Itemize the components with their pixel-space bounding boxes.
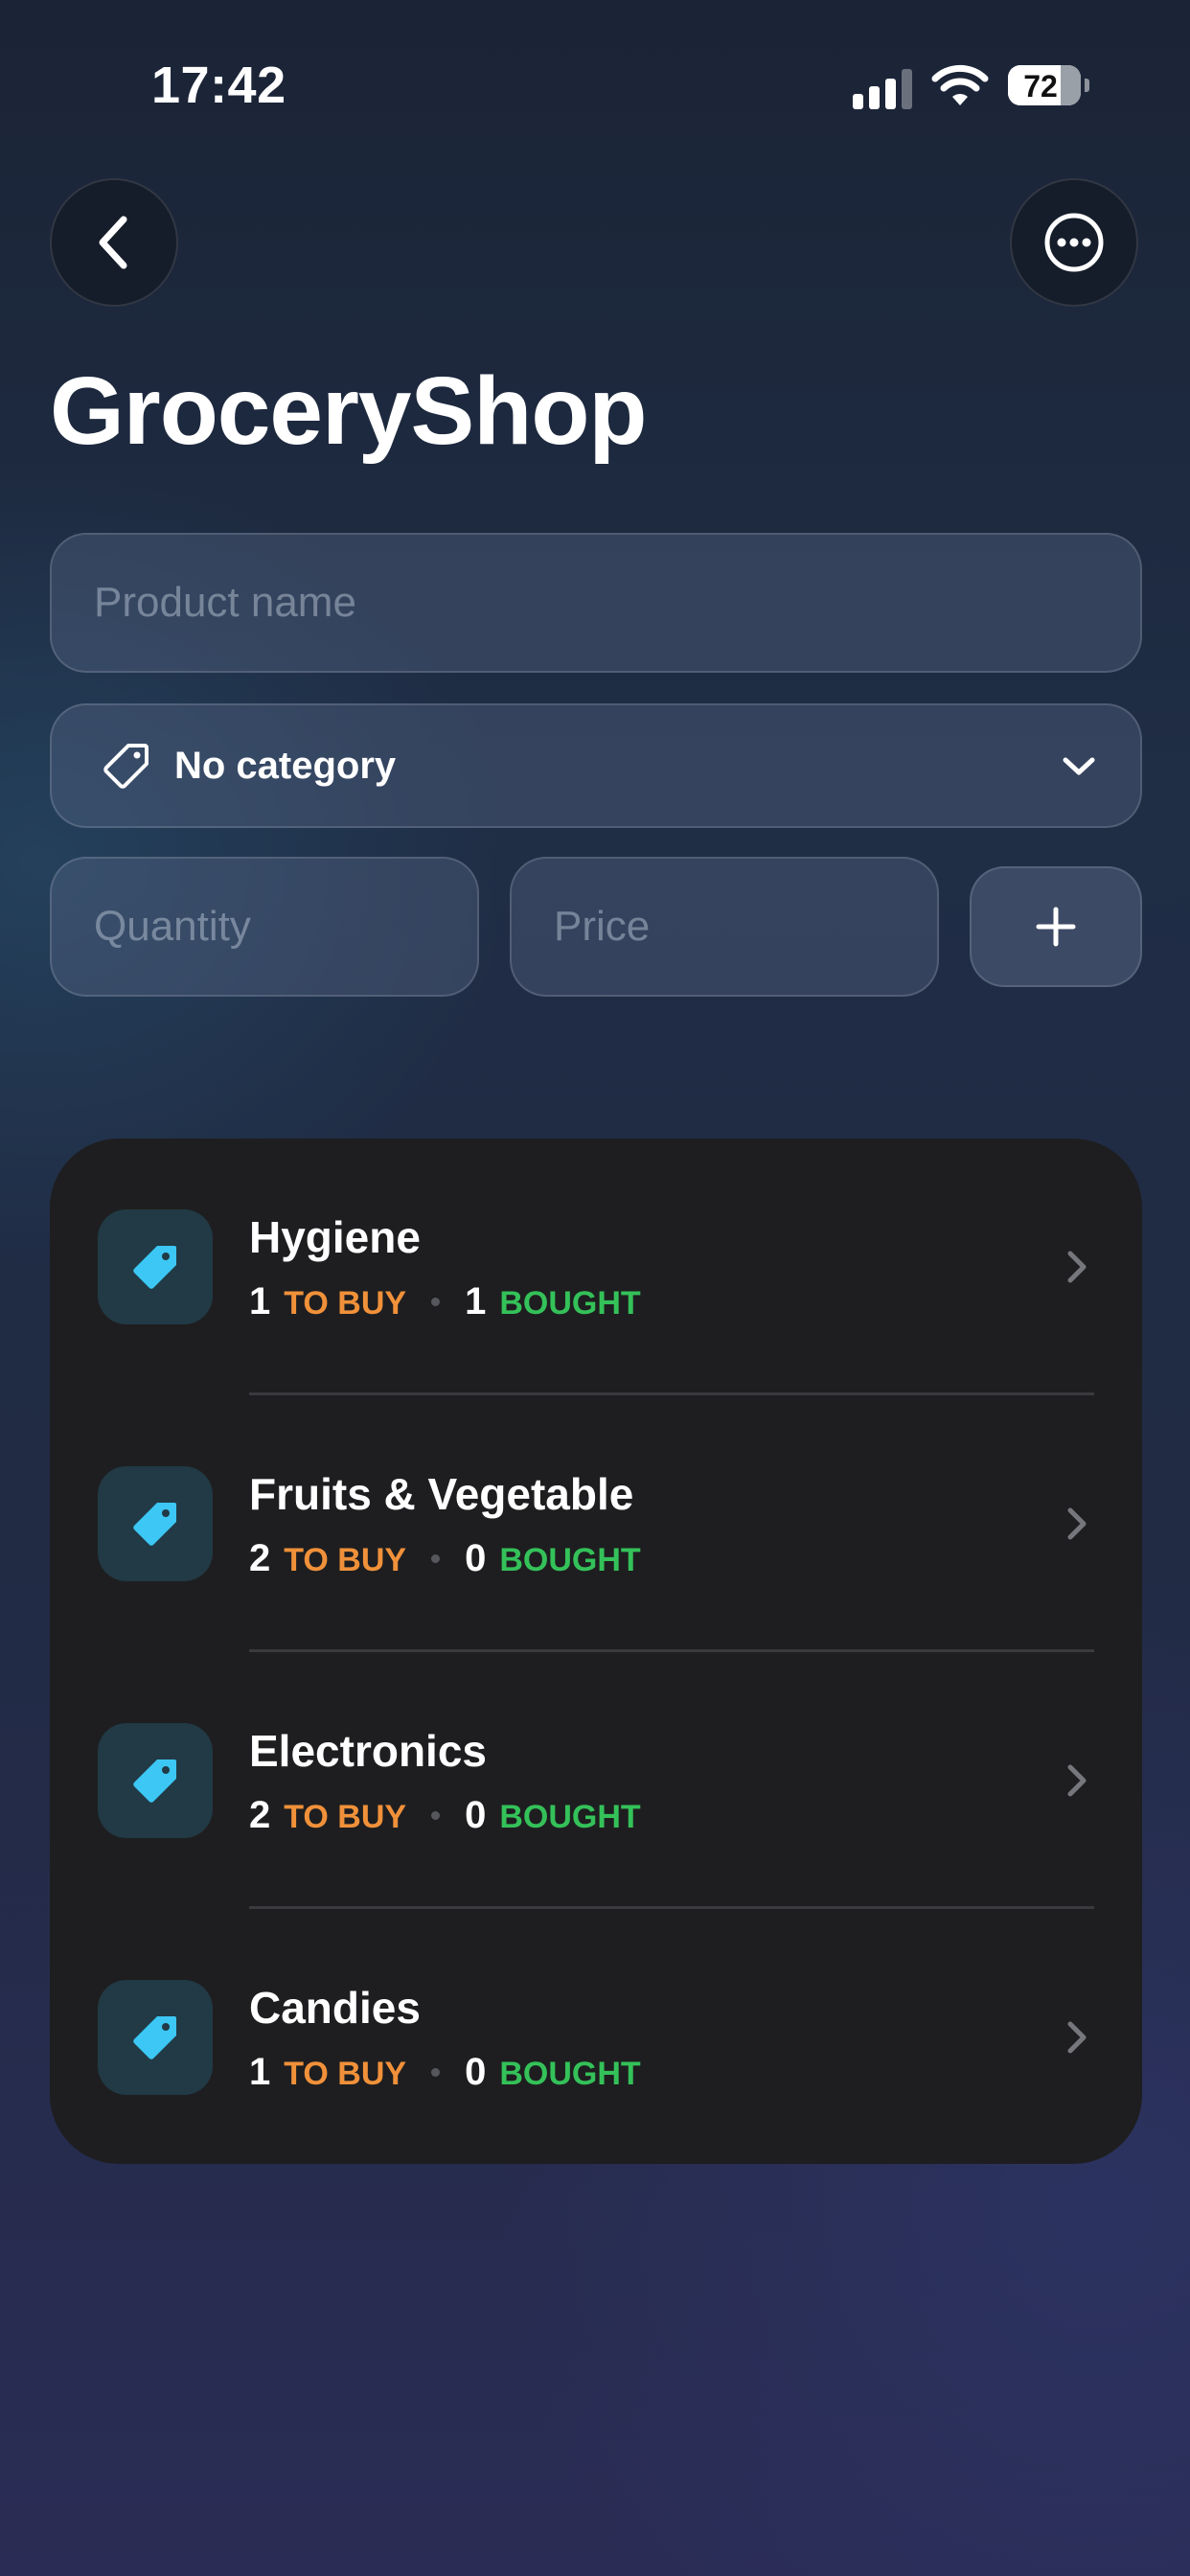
category-list: Hygiene 1 TO BUY 1 BOUGHT Fruits & Veget… xyxy=(50,1138,1142,2164)
quantity-field[interactable] xyxy=(50,857,479,997)
to-buy-label: TO BUY xyxy=(284,1799,407,1835)
back-button[interactable] xyxy=(50,178,178,307)
bought-count: 1 xyxy=(465,1280,487,1322)
chevron-right-icon xyxy=(1067,1764,1087,1797)
separator-dot xyxy=(431,1298,441,1306)
category-name: Electronics xyxy=(249,1726,487,1776)
battery-level: 72 xyxy=(1023,69,1058,104)
product-name-field[interactable] xyxy=(50,533,1142,673)
category-row-electronics[interactable]: Electronics 2 TO BUY 0 BOUGHT xyxy=(50,1652,1142,1909)
category-counts: 1 TO BUY 0 BOUGHT xyxy=(249,2051,641,2094)
category-icon-tile xyxy=(98,1980,213,2095)
category-name: Hygiene xyxy=(249,1212,421,1262)
to-buy-label: TO BUY xyxy=(284,1285,407,1322)
bought-label: BOUGHT xyxy=(499,1542,641,1578)
to-buy-count: 2 xyxy=(249,1537,271,1579)
quantity-input[interactable] xyxy=(52,859,477,995)
wifi-icon xyxy=(931,64,989,105)
category-icon-tile xyxy=(98,1466,213,1581)
bought-count: 0 xyxy=(465,2051,487,2093)
to-buy-label: TO BUY xyxy=(284,1542,407,1578)
category-row-fruits-vegetable[interactable]: Fruits & Vegetable 2 TO BUY 0 BOUGHT xyxy=(50,1395,1142,1652)
battery-icon: 72 xyxy=(1008,65,1081,105)
battery-cap xyxy=(1085,79,1089,92)
tag-icon xyxy=(133,1246,176,1289)
chevron-right-icon xyxy=(1067,2021,1087,2054)
category-counts: 2 TO BUY 0 BOUGHT xyxy=(249,1794,641,1837)
bought-count: 0 xyxy=(465,1537,487,1579)
more-icon xyxy=(1044,213,1104,272)
page-title: GroceryShop xyxy=(50,357,647,465)
category-name: Candies xyxy=(249,1983,421,2033)
bought-count: 0 xyxy=(465,1794,487,1836)
bought-label: BOUGHT xyxy=(499,2056,641,2092)
category-name: Fruits & Vegetable xyxy=(249,1469,634,1519)
separator-dot xyxy=(431,2068,441,2077)
price-field[interactable] xyxy=(510,857,939,997)
to-buy-label: TO BUY xyxy=(284,2056,407,2092)
category-row-hygiene[interactable]: Hygiene 1 TO BUY 1 BOUGHT xyxy=(50,1138,1142,1395)
category-counts: 1 TO BUY 1 BOUGHT xyxy=(249,1280,641,1323)
to-buy-count: 2 xyxy=(249,1794,271,1836)
separator-dot xyxy=(431,1811,441,1820)
category-label: No category xyxy=(174,744,397,787)
separator-dot xyxy=(431,1554,441,1563)
bought-label: BOUGHT xyxy=(499,1285,641,1322)
status-time: 17:42 xyxy=(151,57,286,114)
to-buy-count: 1 xyxy=(249,2051,271,2093)
price-input[interactable] xyxy=(512,859,937,995)
tag-icon xyxy=(133,1760,176,1803)
category-icon-tile xyxy=(98,1723,213,1838)
tag-outline-icon xyxy=(103,744,149,789)
category-select[interactable]: No category xyxy=(50,703,1142,828)
tag-icon xyxy=(133,2016,176,2059)
back-chevron-icon xyxy=(99,216,127,269)
add-item-button[interactable] xyxy=(970,866,1142,987)
tag-icon xyxy=(133,1503,176,1546)
signal-icon xyxy=(853,67,914,109)
to-buy-count: 1 xyxy=(249,1280,271,1322)
product-name-input[interactable] xyxy=(52,535,1140,671)
category-row-candies[interactable]: Candies 1 TO BUY 0 BOUGHT xyxy=(50,1909,1142,2166)
bought-label: BOUGHT xyxy=(499,1799,641,1835)
chevron-right-icon xyxy=(1067,1507,1087,1540)
more-button[interactable] xyxy=(1010,178,1138,307)
chevron-down-icon xyxy=(1063,757,1095,775)
plus-icon xyxy=(1036,907,1076,947)
category-icon-tile xyxy=(98,1209,213,1324)
chevron-right-icon xyxy=(1067,1251,1087,1283)
category-counts: 2 TO BUY 0 BOUGHT xyxy=(249,1537,641,1580)
